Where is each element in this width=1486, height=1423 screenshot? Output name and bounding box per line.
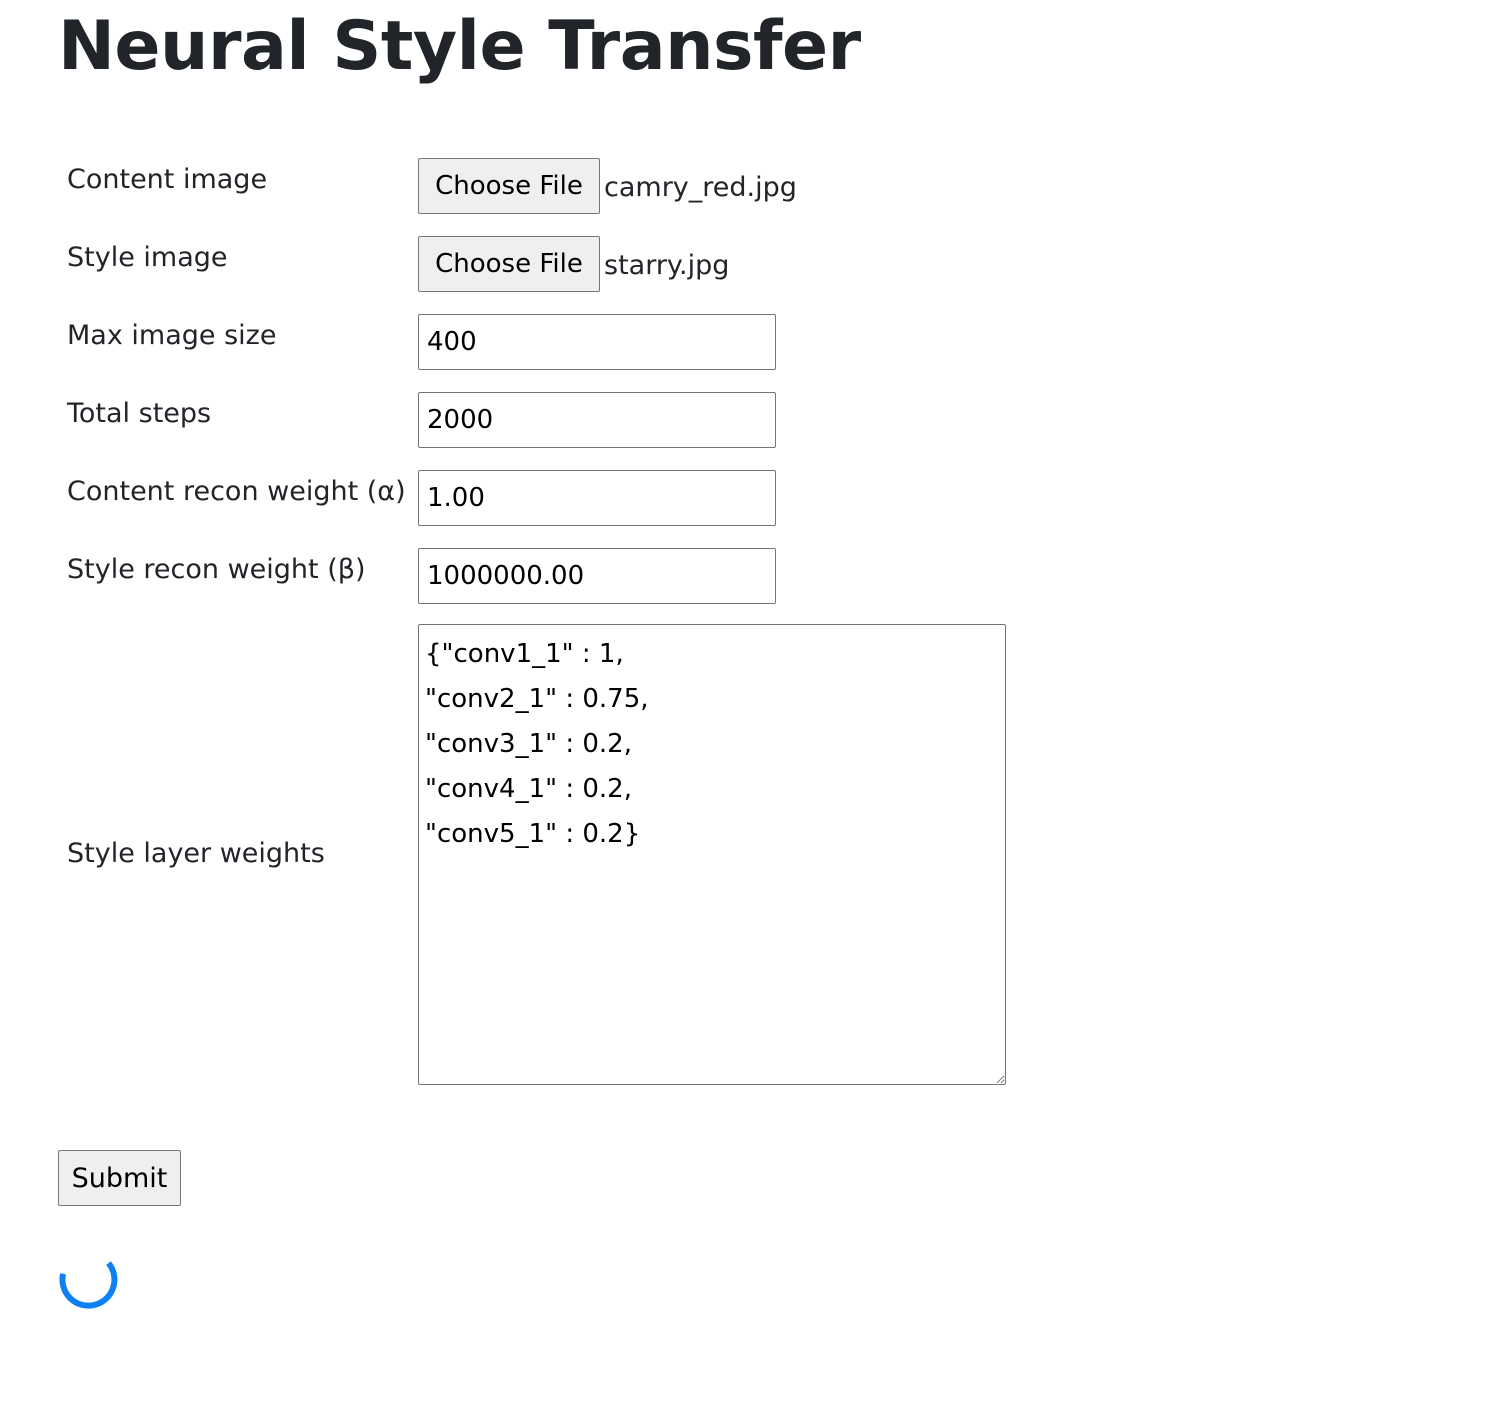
content-image-label: Content image [67, 164, 268, 195]
total-steps-input[interactable] [418, 392, 776, 448]
content-image-choose-file-button[interactable]: Choose File [418, 158, 600, 214]
style-image-label: Style image [67, 242, 228, 273]
max-image-size-input[interactable] [418, 314, 776, 370]
content-weight-input[interactable] [418, 470, 776, 526]
style-weight-input[interactable] [418, 548, 776, 604]
style-weight-label: Style recon weight (β) [67, 554, 366, 585]
content-image-file-name: camry_red.jpg [604, 172, 797, 203]
page-title: Neural Style Transfer [58, 7, 861, 86]
style-image-file-name: starry.jpg [604, 250, 730, 281]
content-weight-label: Content recon weight (α) [67, 476, 406, 507]
total-steps-label: Total steps [67, 398, 212, 429]
max-image-size-label: Max image size [67, 320, 277, 351]
layer-weights-textarea[interactable]: {"conv1_1" : 1, "conv2_1" : 0.75, "conv3… [418, 624, 1006, 1085]
loading-spinner-icon [59, 1261, 118, 1309]
submit-button[interactable]: Submit [58, 1150, 181, 1206]
layer-weights-label: Style layer weights [67, 838, 325, 869]
style-image-choose-file-button[interactable]: Choose File [418, 236, 600, 292]
